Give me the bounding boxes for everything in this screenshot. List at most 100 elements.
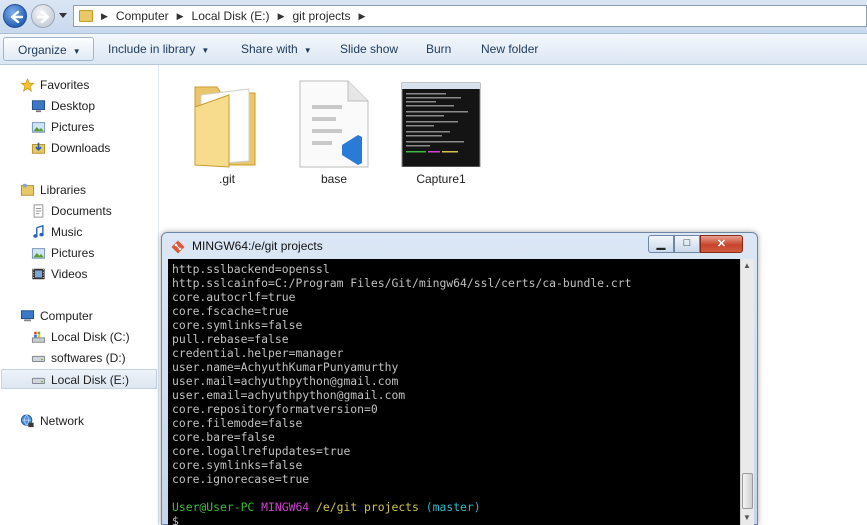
nav-network-label: Network (40, 414, 85, 428)
minimize-button[interactable]: ▁ (648, 235, 674, 253)
file-item-capture1[interactable]: Capture1 (396, 73, 486, 186)
console-line: http.sslcainfo=C:/Program Files/Git/ming… (172, 276, 632, 290)
arrow-left-icon (10, 10, 23, 24)
console-line: core.filemode=false (172, 416, 303, 430)
star-icon (20, 78, 35, 92)
console-line: core.repositoryformatversion=0 (172, 402, 378, 416)
vscode-file-icon (289, 73, 379, 169)
computer-icon (20, 310, 35, 322)
chevron-right-icon[interactable]: ▶ (101, 11, 108, 22)
console-line: core.bare=false (172, 430, 275, 444)
new-folder-button[interactable]: New folder (481, 37, 538, 61)
console-line: user.mail=achyuthpython@gmail.com (172, 374, 399, 388)
libraries-icon (20, 183, 35, 196)
nav-music-label: Music (51, 225, 83, 239)
share-with-label: Share with (241, 42, 298, 56)
nav-disk-e[interactable]: Local Disk (E:) (1, 369, 157, 389)
documents-icon (33, 204, 44, 218)
navigation-pane: Favorites Desktop Pictures Downloads Lib… (0, 65, 159, 525)
network-icon (20, 414, 34, 428)
slide-show-button[interactable]: Slide show (340, 37, 398, 61)
close-icon: ✕ (716, 238, 727, 250)
console-line: http.sslbackend=openssl (172, 262, 330, 276)
file-item-git[interactable]: .git (182, 73, 272, 186)
nav-pictures-favorite-label: Pictures (51, 120, 95, 134)
organize-label: Organize (18, 43, 67, 57)
share-with-button[interactable]: Share with ▼ (241, 37, 312, 61)
console-line: user.name=AchyuthKumarPunyamurthy (172, 360, 399, 374)
console-line: core.fscache=true (172, 304, 289, 318)
file-item-base[interactable]: base (289, 73, 379, 186)
console-line: core.autocrlf=true (172, 290, 296, 304)
minimize-icon: ▁ (656, 238, 666, 250)
maximize-icon: □ (683, 237, 691, 249)
breadcrumb-computer[interactable]: Computer (116, 9, 169, 23)
include-in-library-button[interactable]: Include in library ▼ (108, 37, 209, 61)
downloads-icon (31, 142, 46, 154)
console-line: credential.helper=manager (172, 346, 344, 360)
scroll-down-icon[interactable]: ▼ (743, 513, 751, 522)
desktop-icon (31, 100, 46, 113)
organize-button[interactable]: Organize ▼ (3, 37, 94, 61)
nav-favorites-label: Favorites (40, 78, 90, 92)
arrow-right-icon (37, 10, 50, 24)
close-button[interactable]: ✕ (700, 235, 743, 253)
videos-icon (32, 268, 45, 280)
chevron-down-icon: ▼ (303, 46, 312, 55)
nav-documents-label: Documents (51, 204, 112, 218)
terminal-window[interactable]: MINGW64:/e/git projects ▁ □ ✕ http.sslba… (161, 232, 758, 525)
file-name: .git (218, 172, 235, 186)
nav-disk-e-label: Local Disk (E:) (51, 373, 130, 387)
chevron-right-icon[interactable]: ▶ (177, 11, 184, 22)
prompt-user: User@User-PC (172, 500, 255, 514)
image-thumbnail (396, 73, 486, 169)
console-line: pull.rebase=false (172, 332, 289, 346)
pictures-icon (31, 122, 46, 133)
terminal-console[interactable]: http.sslbackend=openssl http.sslcainfo=C… (168, 259, 740, 525)
chevron-right-icon[interactable]: ▶ (359, 11, 366, 22)
recent-pages-dropdown-icon[interactable] (58, 12, 68, 20)
git-bash-icon (171, 240, 185, 254)
prompt-branch: (master) (425, 500, 481, 514)
nav-libraries-label: Libraries (40, 183, 87, 197)
nav-pictures-library-label: Pictures (51, 246, 95, 260)
drive-icon (31, 355, 46, 362)
console-line: core.logallrefupdates=true (172, 444, 351, 458)
nav-disk-d-label: softwares (D:) (51, 351, 126, 365)
file-name: base (320, 172, 348, 186)
nav-disk-c-label: Local Disk (C:) (51, 330, 130, 344)
chevron-right-icon[interactable]: ▶ (278, 11, 285, 22)
command-bar: Organize ▼ Include in library ▼ Share with… (0, 34, 867, 65)
console-line: core.symlinks=false (172, 318, 303, 332)
nav-videos-label: Videos (51, 267, 88, 281)
chevron-down-icon: ▼ (201, 46, 210, 55)
maximize-button[interactable]: □ (674, 235, 700, 253)
folder-icon (182, 73, 272, 169)
terminal-title: MINGW64:/e/git projects (192, 239, 323, 253)
folder-icon (79, 10, 93, 22)
console-line: core.ignorecase=true (172, 472, 310, 486)
burn-button[interactable]: Burn (426, 37, 451, 61)
chevron-down-icon: ▼ (72, 47, 81, 56)
breadcrumb[interactable]: ▶ Computer ▶ Local Disk (E:) ▶ git proje… (73, 5, 867, 27)
windows-drive-icon (31, 331, 46, 343)
console-line: user.email=achyuthpython@gmail.com (172, 388, 406, 402)
prompt-path: /e/git projects (316, 500, 419, 514)
address-bar: ▶ Computer ▶ Local Disk (E:) ▶ git proje… (0, 0, 867, 34)
breadcrumb-git-projects[interactable]: git projects (292, 9, 350, 23)
terminal-scrollbar[interactable]: ▲ ▼ (740, 259, 754, 525)
console-prompt: User@User-PC MINGW64 /e/git projects (ma… (172, 500, 740, 514)
pictures-icon (31, 248, 46, 259)
console-input-line[interactable]: $ (172, 514, 740, 525)
console-line: core.symlinks=false (172, 458, 303, 472)
drive-icon (31, 377, 46, 384)
nav-downloads-label: Downloads (51, 141, 111, 155)
scrollbar-thumb[interactable] (742, 473, 753, 509)
nav-desktop-label: Desktop (51, 99, 96, 113)
back-button[interactable] (3, 4, 27, 28)
scroll-up-icon[interactable]: ▲ (743, 261, 751, 270)
forward-button[interactable] (31, 4, 55, 28)
breadcrumb-local-disk-e[interactable]: Local Disk (E:) (192, 9, 270, 23)
include-in-library-label: Include in library (108, 42, 196, 56)
